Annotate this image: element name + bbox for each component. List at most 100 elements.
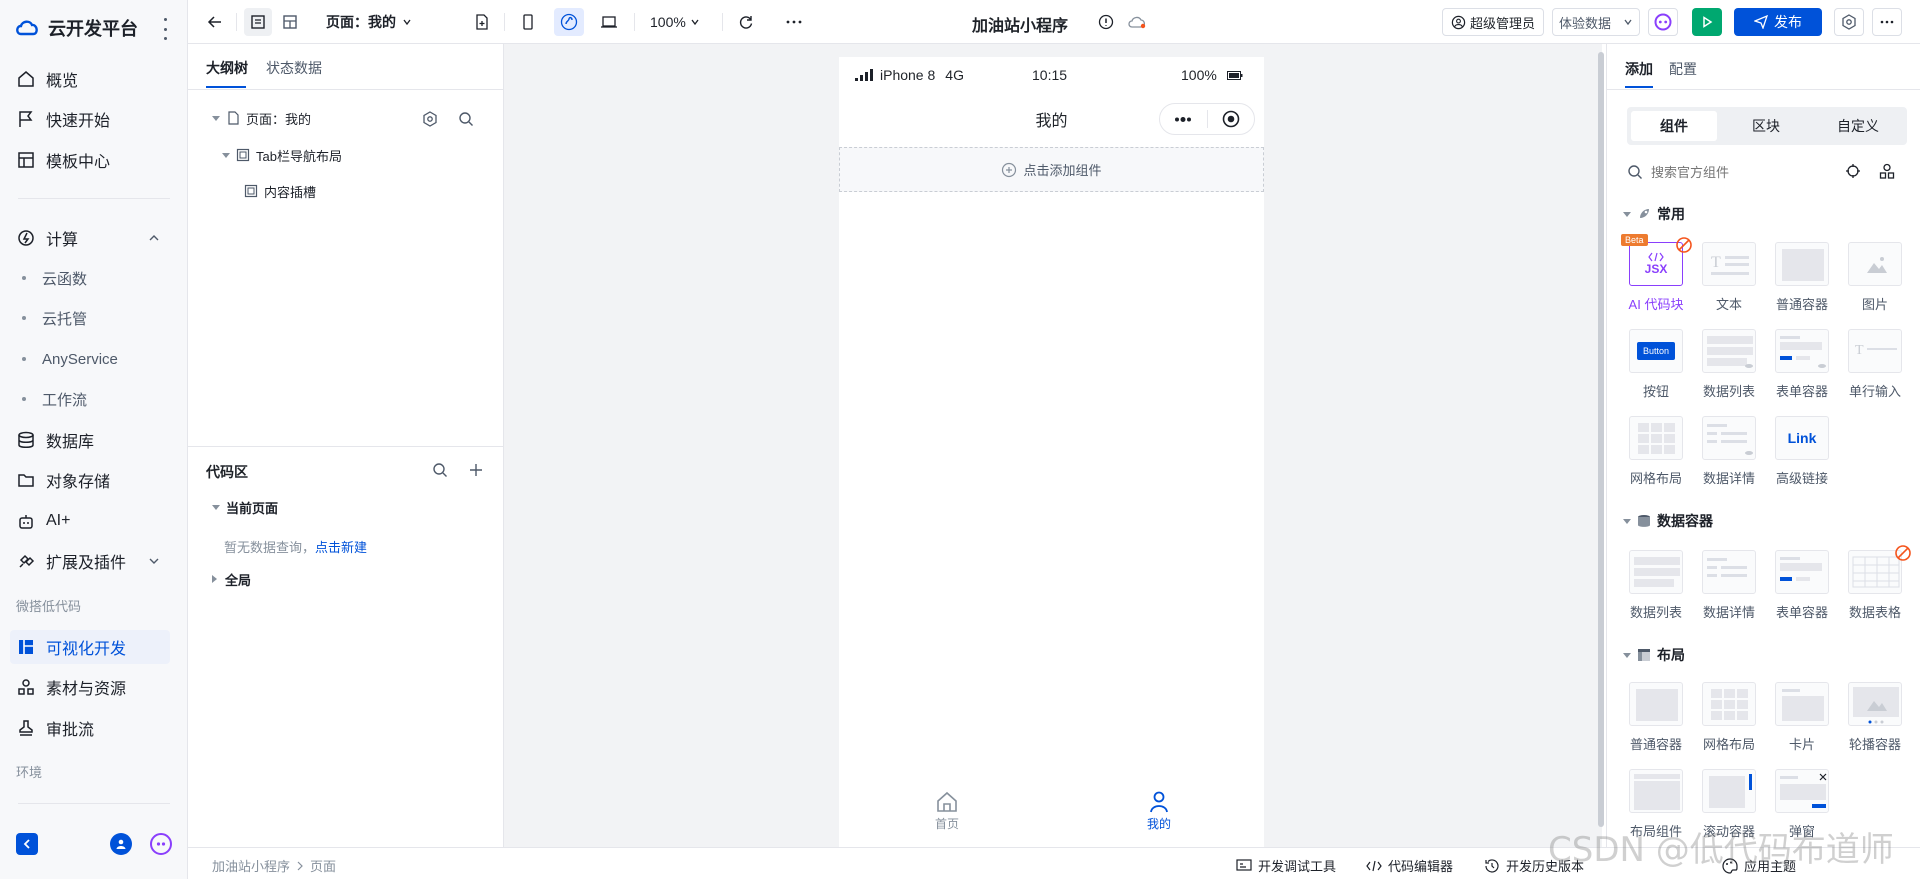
component-image[interactable]: 图片 bbox=[1838, 242, 1904, 318]
refresh-button[interactable] bbox=[732, 8, 760, 36]
collapse-sidebar-button[interactable] bbox=[16, 833, 38, 855]
section-layout[interactable]: 布局 bbox=[1623, 644, 1685, 666]
tabbar-item-mine[interactable]: 我的 bbox=[1139, 791, 1179, 832]
user-avatar-icon[interactable] bbox=[110, 833, 132, 855]
component-library-icon[interactable] bbox=[1879, 163, 1895, 179]
component-search-input[interactable] bbox=[1651, 164, 1831, 180]
segment-components[interactable]: 组件 bbox=[1631, 111, 1717, 141]
component-advanced-link[interactable]: Link 高级链接 bbox=[1765, 416, 1831, 492]
component-data-detail[interactable]: 数据详情 bbox=[1692, 550, 1758, 626]
segment-blocks[interactable]: 区块 bbox=[1723, 111, 1809, 141]
brand[interactable]: 云开发平台 bbox=[14, 14, 138, 42]
app-info-button[interactable] bbox=[1094, 8, 1118, 36]
page-settings-icon[interactable] bbox=[422, 111, 438, 127]
component-ai-codeblock[interactable]: JSX Beta AI 代码块 bbox=[1619, 234, 1692, 318]
component-single-input[interactable]: T 单行输入 bbox=[1838, 329, 1904, 405]
sidebar-item-overview[interactable]: 概览 bbox=[10, 62, 170, 96]
zoom-select[interactable]: 100% bbox=[644, 8, 706, 36]
preview-button[interactable] bbox=[1692, 8, 1722, 36]
device-miniprogram-button[interactable] bbox=[554, 8, 584, 36]
sidebar-item-templates[interactable]: 模板中心 bbox=[10, 143, 170, 177]
code-editor-button[interactable]: 代码编辑器 bbox=[1366, 856, 1453, 875]
tree-node-content-slot[interactable]: 内容插槽 bbox=[244, 179, 316, 203]
tab-config[interactable]: 配置 bbox=[1669, 59, 1697, 79]
sidebar-item-compute[interactable]: 计算 bbox=[10, 221, 170, 255]
sidebar-subitem-cloud-hosting[interactable]: 云托管 bbox=[22, 303, 87, 333]
section-data-containers[interactable]: 数据容器 bbox=[1623, 510, 1713, 532]
locate-icon[interactable] bbox=[1845, 163, 1861, 179]
canvas-scrollbar[interactable] bbox=[1598, 52, 1604, 827]
ai-assistant-button[interactable] bbox=[1648, 8, 1678, 36]
sidebar-item-label: AI+ bbox=[46, 512, 71, 529]
tree-node-page[interactable]: 页面：我的 bbox=[212, 106, 311, 130]
device-desktop-button[interactable] bbox=[594, 8, 624, 36]
cloud-sync-button[interactable] bbox=[1124, 8, 1150, 36]
tabbar-item-home[interactable]: 首页 bbox=[927, 791, 967, 832]
role-button[interactable]: 超级管理员 bbox=[1442, 8, 1544, 36]
component-grid-layout[interactable]: 网格布局 bbox=[1619, 416, 1685, 492]
more-options-button[interactable] bbox=[1872, 8, 1902, 36]
plus-icon[interactable] bbox=[468, 462, 484, 478]
breadcrumb-item[interactable]: 页面 bbox=[310, 856, 336, 875]
breadcrumb-item[interactable]: 加油站小程序 bbox=[212, 856, 290, 875]
sidebar-item-database[interactable]: 数据库 bbox=[10, 423, 170, 457]
ai-assistant-icon[interactable] bbox=[150, 833, 172, 855]
sidebar-item-extensions[interactable]: 扩展及插件 bbox=[10, 544, 170, 578]
sidebar-item-visual-dev[interactable]: 可视化开发 bbox=[10, 630, 170, 664]
code-group-global[interactable]: 全局 bbox=[212, 567, 251, 591]
more-vertical-icon[interactable] bbox=[160, 18, 170, 40]
sidebar-item-ai[interactable]: AI+ bbox=[10, 504, 170, 538]
settings-button[interactable] bbox=[1834, 8, 1864, 36]
component-data-list[interactable]: 数据列表 bbox=[1619, 550, 1685, 626]
tab-add[interactable]: 添加 bbox=[1625, 59, 1653, 79]
component-search[interactable] bbox=[1627, 156, 1851, 188]
component-button[interactable]: Button 按钮 bbox=[1619, 329, 1685, 405]
component-icon bbox=[236, 148, 250, 162]
component-form-container[interactable]: 表单容器 bbox=[1765, 329, 1831, 405]
component-container[interactable]: 普通容器 bbox=[1765, 242, 1831, 318]
sidebar-subitem-cloud-function[interactable]: 云函数 bbox=[22, 263, 87, 293]
sidebar-item-storage[interactable]: 对象存储 bbox=[10, 463, 170, 497]
data-mode-select[interactable]: 体验数据 bbox=[1552, 8, 1640, 36]
search-icon[interactable] bbox=[458, 111, 474, 127]
sidebar-item-approval[interactable]: 审批流 bbox=[10, 711, 170, 745]
component-data-list[interactable]: 数据列表 bbox=[1692, 329, 1758, 405]
robot-icon bbox=[16, 511, 36, 531]
tab-outline-tree[interactable]: 大纲树 bbox=[206, 58, 248, 78]
component-data-detail[interactable]: 数据详情 bbox=[1692, 416, 1758, 492]
new-page-button[interactable] bbox=[468, 8, 496, 36]
component-text[interactable]: T 文本 bbox=[1692, 242, 1758, 318]
sidebar-item-assets[interactable]: 素材与资源 bbox=[10, 670, 170, 704]
publish-button[interactable]: 发布 bbox=[1734, 8, 1822, 36]
sidebar-subitem-workflow[interactable]: 工作流 bbox=[22, 384, 87, 414]
debug-tools-button[interactable]: 开发调试工具 bbox=[1236, 856, 1336, 875]
code-group-current-page[interactable]: 当前页面 bbox=[212, 495, 278, 519]
component-data-table[interactable]: 数据表格 bbox=[1838, 545, 1911, 626]
more-button[interactable] bbox=[780, 8, 808, 36]
component-form-container[interactable]: 表单容器 bbox=[1765, 550, 1831, 626]
section-common[interactable]: 常用 bbox=[1623, 203, 1685, 225]
component-container[interactable]: 普通容器 bbox=[1619, 682, 1685, 758]
page-select[interactable]: 页面：我的 bbox=[320, 8, 418, 36]
miniprogram-capsule[interactable] bbox=[1159, 103, 1255, 135]
capsule-more-icon[interactable] bbox=[1160, 116, 1207, 122]
layout-grid-button[interactable] bbox=[276, 8, 304, 36]
component-card[interactable]: 卡片 bbox=[1765, 682, 1831, 758]
tab-state-data[interactable]: 状态数据 bbox=[266, 58, 322, 78]
back-button[interactable] bbox=[202, 8, 228, 36]
page-list-button[interactable] bbox=[244, 8, 272, 36]
capsule-close-icon[interactable] bbox=[1207, 110, 1254, 128]
component-grid-layout[interactable]: 网格布局 bbox=[1692, 682, 1758, 758]
phone-status-right: 100% bbox=[1181, 67, 1243, 83]
device-mobile-button[interactable] bbox=[514, 8, 542, 36]
component-carousel[interactable]: 轮播容器 bbox=[1838, 682, 1904, 758]
component-thumbnail bbox=[1775, 242, 1829, 286]
sidebar-subitem-anyservice[interactable]: AnyService bbox=[22, 344, 118, 374]
add-component-slot[interactable]: 点击添加组件 bbox=[839, 147, 1264, 192]
tree-node-tab-layout[interactable]: Tab栏导航布局 bbox=[222, 143, 342, 167]
create-query-link[interactable]: 点击新建 bbox=[315, 540, 367, 555]
user-circle-icon bbox=[1451, 15, 1466, 29]
search-icon[interactable] bbox=[432, 462, 448, 478]
segment-custom[interactable]: 自定义 bbox=[1813, 111, 1903, 141]
sidebar-item-quickstart[interactable]: 快速开始 bbox=[10, 102, 170, 136]
